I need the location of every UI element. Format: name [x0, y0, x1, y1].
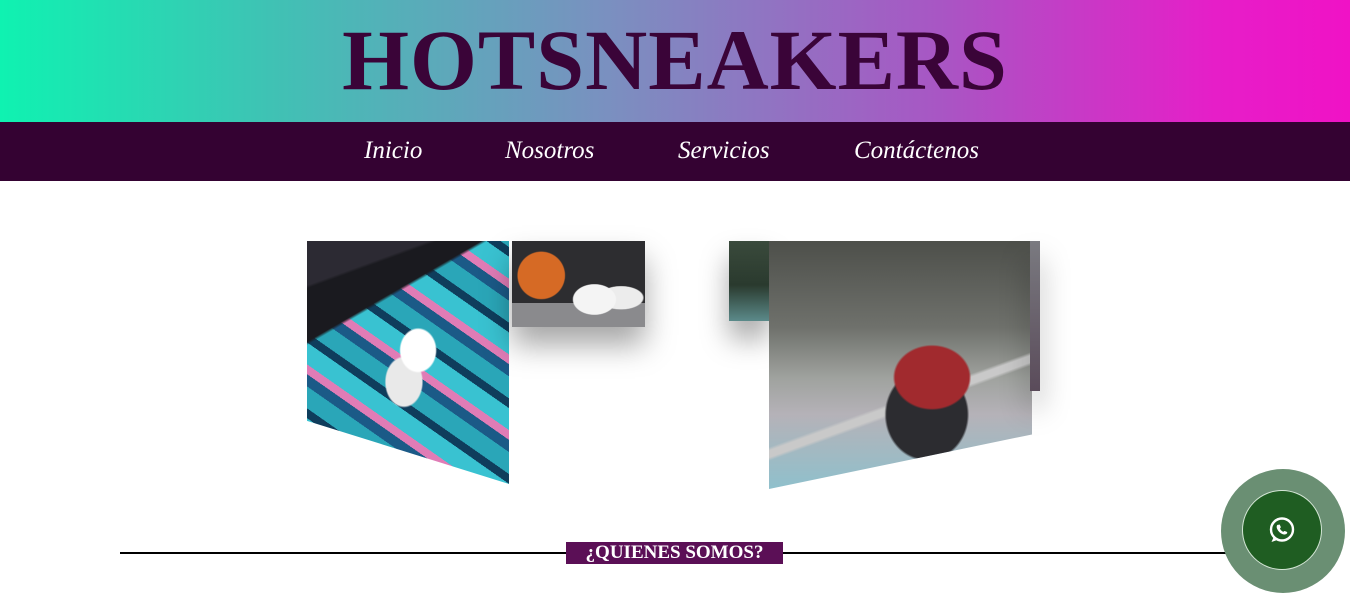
gallery-image-edge[interactable]	[1030, 241, 1040, 391]
gallery-image-sneakers-basketball[interactable]	[512, 241, 645, 327]
gallery-image-sneakers-graffiti[interactable]	[307, 241, 509, 484]
brand-title[interactable]: HOTSNEAKERS	[0, 12, 1350, 108]
section-divider-right	[783, 552, 1230, 554]
nav-item-servicios[interactable]: Servicios	[678, 136, 770, 166]
section-divider-left	[120, 552, 566, 554]
whatsapp-button-inner[interactable]	[1242, 490, 1322, 570]
gallery-image-red-sneaker[interactable]	[769, 241, 1032, 489]
nav-item-inicio[interactable]: Inicio	[364, 136, 422, 166]
whatsapp-button[interactable]	[1221, 469, 1345, 593]
whatsapp-icon	[1269, 517, 1295, 542]
gallery-image-thumb[interactable]	[729, 241, 769, 321]
nav-item-contactenos[interactable]: Contáctenos	[854, 136, 979, 166]
nav-item-nosotros[interactable]: Nosotros	[505, 136, 594, 166]
section-title-quienes-somos: ¿QUIENES SOMOS?	[566, 542, 783, 564]
main-nav: Inicio Nosotros Servicios Contáctenos	[0, 122, 1350, 181]
site-header: HOTSNEAKERS	[0, 0, 1350, 122]
